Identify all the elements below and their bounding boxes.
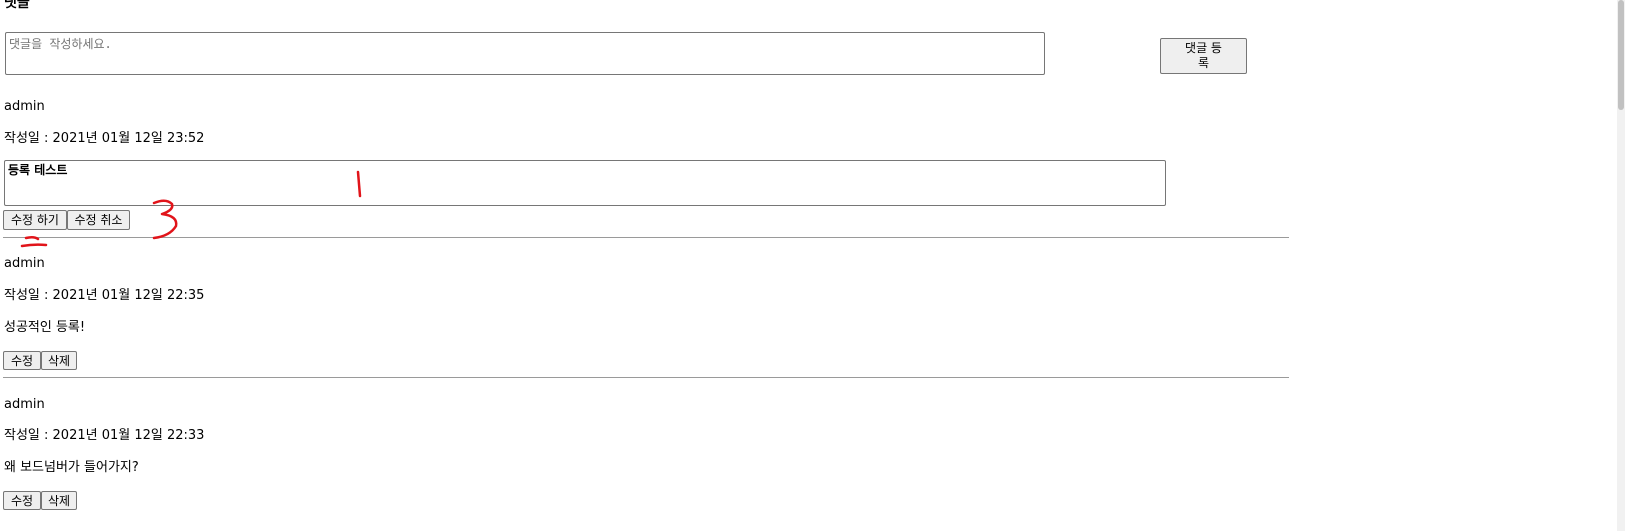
edit-comment-button[interactable]: 수정 [3, 491, 41, 510]
red-annotation-overlay [20, 170, 362, 248]
submit-comment-button[interactable]: 댓글 등록 [1160, 38, 1247, 74]
cancel-edit-button[interactable]: 수정 취소 [67, 210, 130, 230]
comment-content: 왜 보드넘버가 들어가지? [4, 460, 139, 475]
delete-comment-button[interactable]: 삭제 [41, 351, 77, 370]
page-scrollbar[interactable] [1617, 0, 1625, 531]
delete-comment-button[interactable]: 삭제 [41, 491, 77, 510]
comment-author: admin [4, 397, 45, 412]
comment-date: 작성일 : 2021년 01월 12일 22:35 [4, 288, 205, 303]
comment-edit-textarea[interactable]: 등록 테스트 [4, 160, 1166, 206]
annotation-mark-3 [152, 199, 178, 240]
comment-author: admin [4, 99, 45, 114]
comment-divider [3, 237, 1289, 238]
comment-date: 작성일 : 2021년 01월 12일 23:52 [4, 131, 205, 146]
comment-page: 댓글 댓글 등록 admin 작성일 : 2021년 01월 12일 23:52… [0, 0, 1625, 531]
annotation-mark-2 [20, 235, 48, 248]
comment-divider [3, 377, 1289, 378]
comment-date: 작성일 : 2021년 01월 12일 22:33 [4, 428, 205, 443]
new-comment-textarea[interactable] [5, 32, 1045, 75]
scrollbar-thumb[interactable] [1618, 0, 1624, 110]
edit-comment-button[interactable]: 수정 [3, 351, 41, 370]
comment-author: admin [4, 256, 45, 271]
comment-content: 성공적인 등록! [4, 320, 86, 335]
comments-section-title: 댓글 [4, 0, 30, 11]
confirm-edit-button[interactable]: 수정 하기 [3, 210, 67, 230]
